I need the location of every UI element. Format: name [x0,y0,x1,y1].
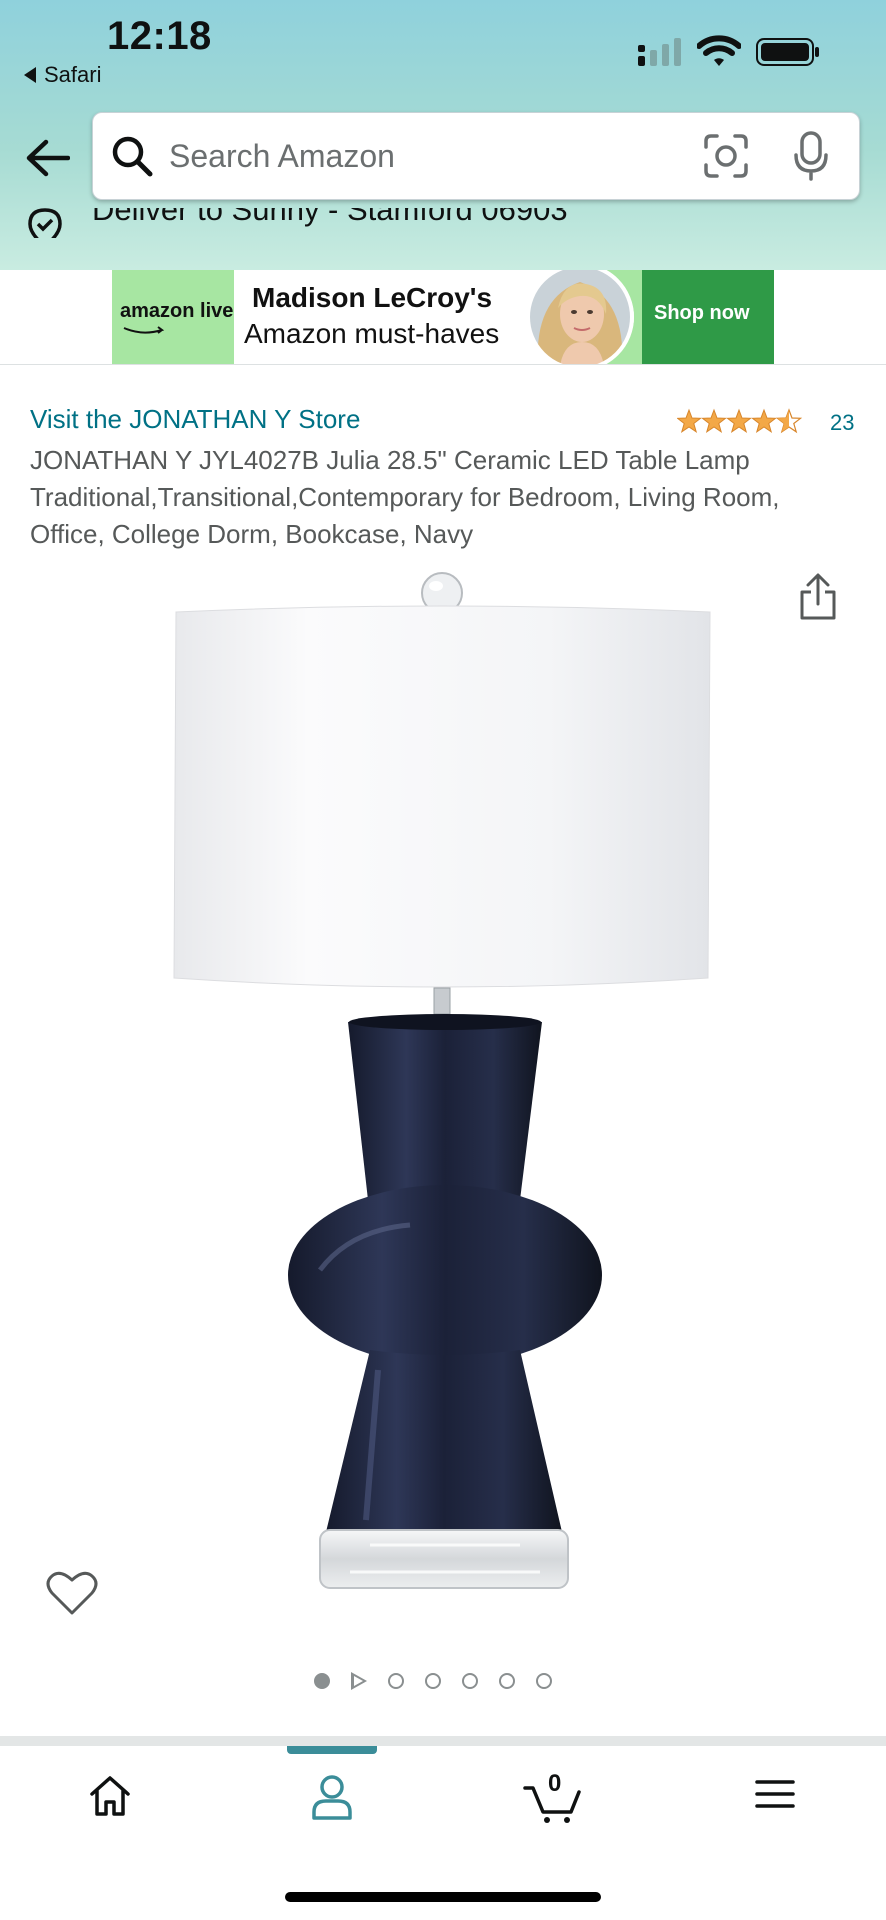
account-icon [312,1775,352,1820]
gallery-dot-4[interactable] [425,1673,441,1689]
nav-cart[interactable]: 0 [508,1770,598,1834]
banner-title: Madison LeCroy's [252,282,493,313]
wifi-icon [697,35,741,66]
home-icon [90,1776,130,1816]
back-to-safari-link[interactable]: Safari [24,62,101,88]
share-icon[interactable] [798,572,838,622]
product-image[interactable] [170,570,720,1600]
gallery-dot-5[interactable] [462,1673,478,1689]
status-time: 12:18 [107,14,212,58]
back-arrow-icon[interactable] [24,138,70,178]
delivery-location[interactable]: Deliver to Sunny - Stamford 06903 [26,208,886,238]
menu-icon [755,1780,795,1808]
visit-store-link[interactable]: Visit the JONATHAN Y Store [30,404,360,435]
bottom-nav-separator [0,1736,886,1746]
nav-account[interactable] [287,1774,377,1834]
battery-icon [756,38,819,66]
amazon-smile-icon [123,326,165,334]
camera-lens-icon[interactable] [703,133,749,179]
home-indicator[interactable] [285,1892,601,1902]
gallery-dot-3[interactable] [388,1673,404,1689]
banner-subtitle: Amazon must-haves [244,318,500,349]
amazon-live-logo: amazon live [120,300,234,334]
nav-home[interactable] [65,1774,155,1834]
rating-stars[interactable] [677,408,803,434]
video-play-icon[interactable] [351,1672,367,1690]
rating-count[interactable]: 23 [830,410,854,436]
location-pin-icon [28,208,62,238]
delivery-text: Deliver to Sunny - Stamford 06903 [92,208,568,227]
search-input[interactable] [169,133,669,179]
shop-now-button[interactable]: Shop now [654,302,750,325]
gallery-dot-7[interactable] [536,1673,552,1689]
microphone-icon[interactable] [793,131,829,181]
image-gallery-indicator[interactable] [314,1672,552,1690]
gallery-dot-1[interactable] [314,1673,330,1689]
amazon-live-logo-text: amazon live [120,300,234,322]
wishlist-heart-icon[interactable] [46,1570,98,1616]
nav-menu[interactable] [730,1774,820,1834]
search-icon [112,136,153,177]
search-bar[interactable] [92,112,860,200]
nav-active-indicator [287,1746,377,1754]
cart-count: 0 [548,1770,562,1797]
amazon-live-banner[interactable]: amazon live Madison LeCroy's Amazon must… [112,270,774,364]
back-triangle-icon [24,67,36,83]
gallery-dot-6[interactable] [499,1673,515,1689]
product-title: JONATHAN Y JYL4027B Julia 28.5" Ceramic … [30,445,780,549]
influencer-photo [526,270,634,364]
back-app-label: Safari [44,62,102,87]
section-divider [0,364,886,365]
cellular-signal-icon [638,38,681,66]
